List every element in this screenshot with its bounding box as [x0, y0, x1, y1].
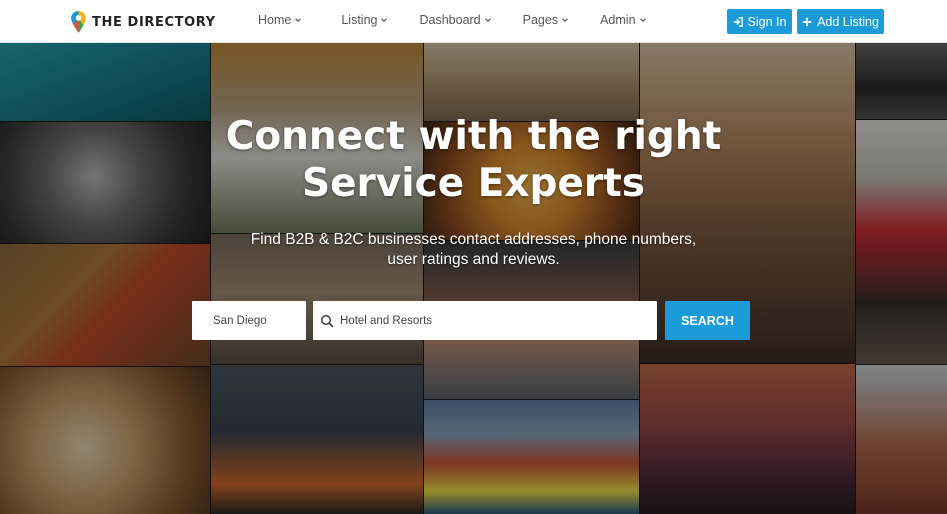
brand-name: THE DIRECTORY	[92, 14, 216, 30]
chevron-down-icon	[295, 18, 302, 23]
hero-title-line2: Service Experts	[302, 161, 645, 206]
top-navbar: THE DIRECTORY Home Listing Dashboard Pag…	[0, 0, 947, 43]
location-input-value: San Diego	[213, 314, 267, 327]
chevron-down-icon	[381, 18, 388, 23]
location-input[interactable]: San Diego	[192, 301, 306, 340]
hero-subtitle-line1: Find B2B & B2C businesses contact addres…	[250, 231, 697, 248]
hero-subtitle-line2: user ratings and reviews.	[387, 251, 560, 268]
nav-item-label: Dashboard	[419, 13, 481, 27]
main-menu: Home Listing Dashboard Pages Admin	[258, 13, 647, 27]
sign-in-label: Sign In	[747, 14, 787, 29]
hero-subtitle: Find B2B & B2C businesses contact addres…	[0, 230, 947, 270]
nav-item-label: Home	[258, 13, 292, 27]
search-button[interactable]: SEARCH	[665, 301, 750, 340]
sign-in-icon	[733, 16, 743, 27]
keyword-input-value: Hotel and Resorts	[340, 314, 433, 327]
add-listing-label: Add Listing	[817, 14, 879, 29]
chevron-down-icon	[639, 18, 646, 23]
nav-item-listing[interactable]: Listing	[341, 13, 388, 27]
plus-icon	[802, 17, 812, 26]
brand-logo[interactable]: THE DIRECTORY	[71, 11, 216, 33]
hero-section: Connect with the right Service Experts F…	[0, 43, 947, 514]
nav-item-label: Pages	[522, 13, 559, 27]
nav-item-label: Listing	[341, 13, 378, 27]
hero-title: Connect with the right Service Experts	[0, 113, 947, 207]
nav-item-dashboard[interactable]: Dashboard	[419, 13, 491, 27]
nav-item-label: Admin	[600, 13, 636, 27]
nav-item-home[interactable]: Home	[258, 13, 302, 27]
hero-title-line1: Connect with the right	[225, 114, 722, 159]
add-listing-button[interactable]: Add Listing	[797, 9, 884, 34]
chevron-down-icon	[484, 18, 491, 23]
keyword-search-input[interactable]: Hotel and Resorts	[313, 301, 657, 340]
sign-in-button[interactable]: Sign In	[727, 9, 792, 34]
chevron-down-icon	[562, 18, 568, 23]
nav-item-admin[interactable]: Admin	[600, 13, 646, 27]
search-icon	[320, 314, 334, 327]
nav-item-pages[interactable]: Pages	[523, 13, 569, 27]
map-pin-icon	[71, 11, 86, 33]
